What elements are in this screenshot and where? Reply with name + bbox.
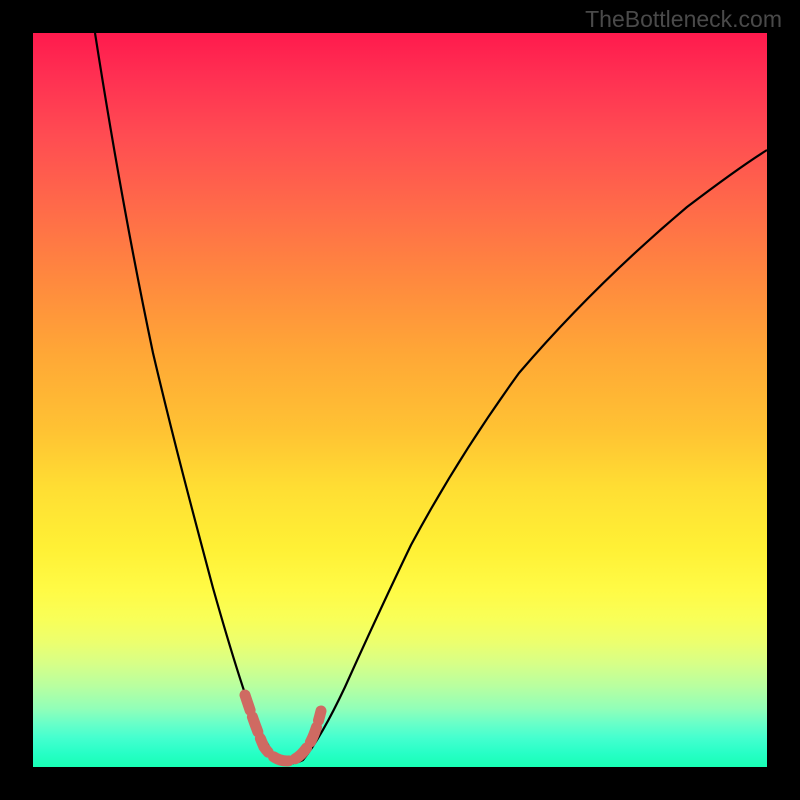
watermark-text: TheBottleneck.com: [585, 6, 782, 33]
highlight-band: [245, 695, 321, 761]
plot-area: [33, 33, 767, 767]
bottleneck-curve: [95, 33, 767, 763]
curve-layer: [33, 33, 767, 767]
chart-frame: TheBottleneck.com: [0, 0, 800, 800]
